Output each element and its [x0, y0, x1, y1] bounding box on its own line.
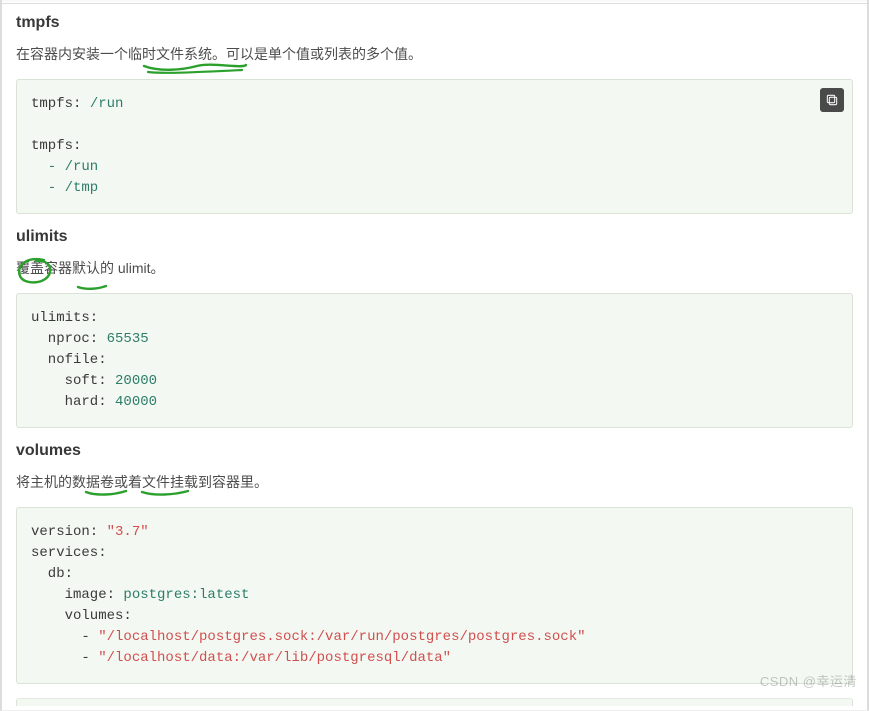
- ulimits-desc: 覆盖容器默认的 ulimit。: [16, 258, 853, 279]
- volumes-desc: 将主机的数据卷或着文件挂载到容器里。: [16, 472, 853, 493]
- volumes-codeblock: version: "3.7" services: db: image: post…: [16, 507, 853, 684]
- bottom-codeblock-sliver: [16, 698, 853, 706]
- copy-button[interactable]: [820, 88, 844, 112]
- top-edge: [2, 0, 867, 4]
- document-page: tmpfs 在容器内安装一个临时文件系统。可以是单个值或列表的多个值。 tmpf…: [0, 0, 869, 711]
- section-title-ulimits: ulimits: [16, 228, 853, 246]
- watermark: CSDN @幸运清: [760, 671, 857, 690]
- section-title-tmpfs: tmpfs: [16, 14, 853, 32]
- ulimits-codeblock: ulimits: nproc: 65535 nofile: soft: 2000…: [16, 293, 853, 428]
- ulimits-code: ulimits: nproc: 65535 nofile: soft: 2000…: [31, 308, 838, 413]
- annotation-underline-ulimit: [76, 278, 110, 294]
- volumes-code: version: "3.7" services: db: image: post…: [31, 522, 838, 669]
- section-title-volumes: volumes: [16, 442, 853, 460]
- tmpfs-codeblock: tmpfs: /run tmpfs: - /run - /tmp: [16, 79, 853, 214]
- tmpfs-desc: 在容器内安装一个临时文件系统。可以是单个值或列表的多个值。: [16, 44, 853, 65]
- copy-icon: [824, 92, 840, 108]
- tmpfs-code: tmpfs: /run tmpfs: - /run - /tmp: [31, 94, 838, 199]
